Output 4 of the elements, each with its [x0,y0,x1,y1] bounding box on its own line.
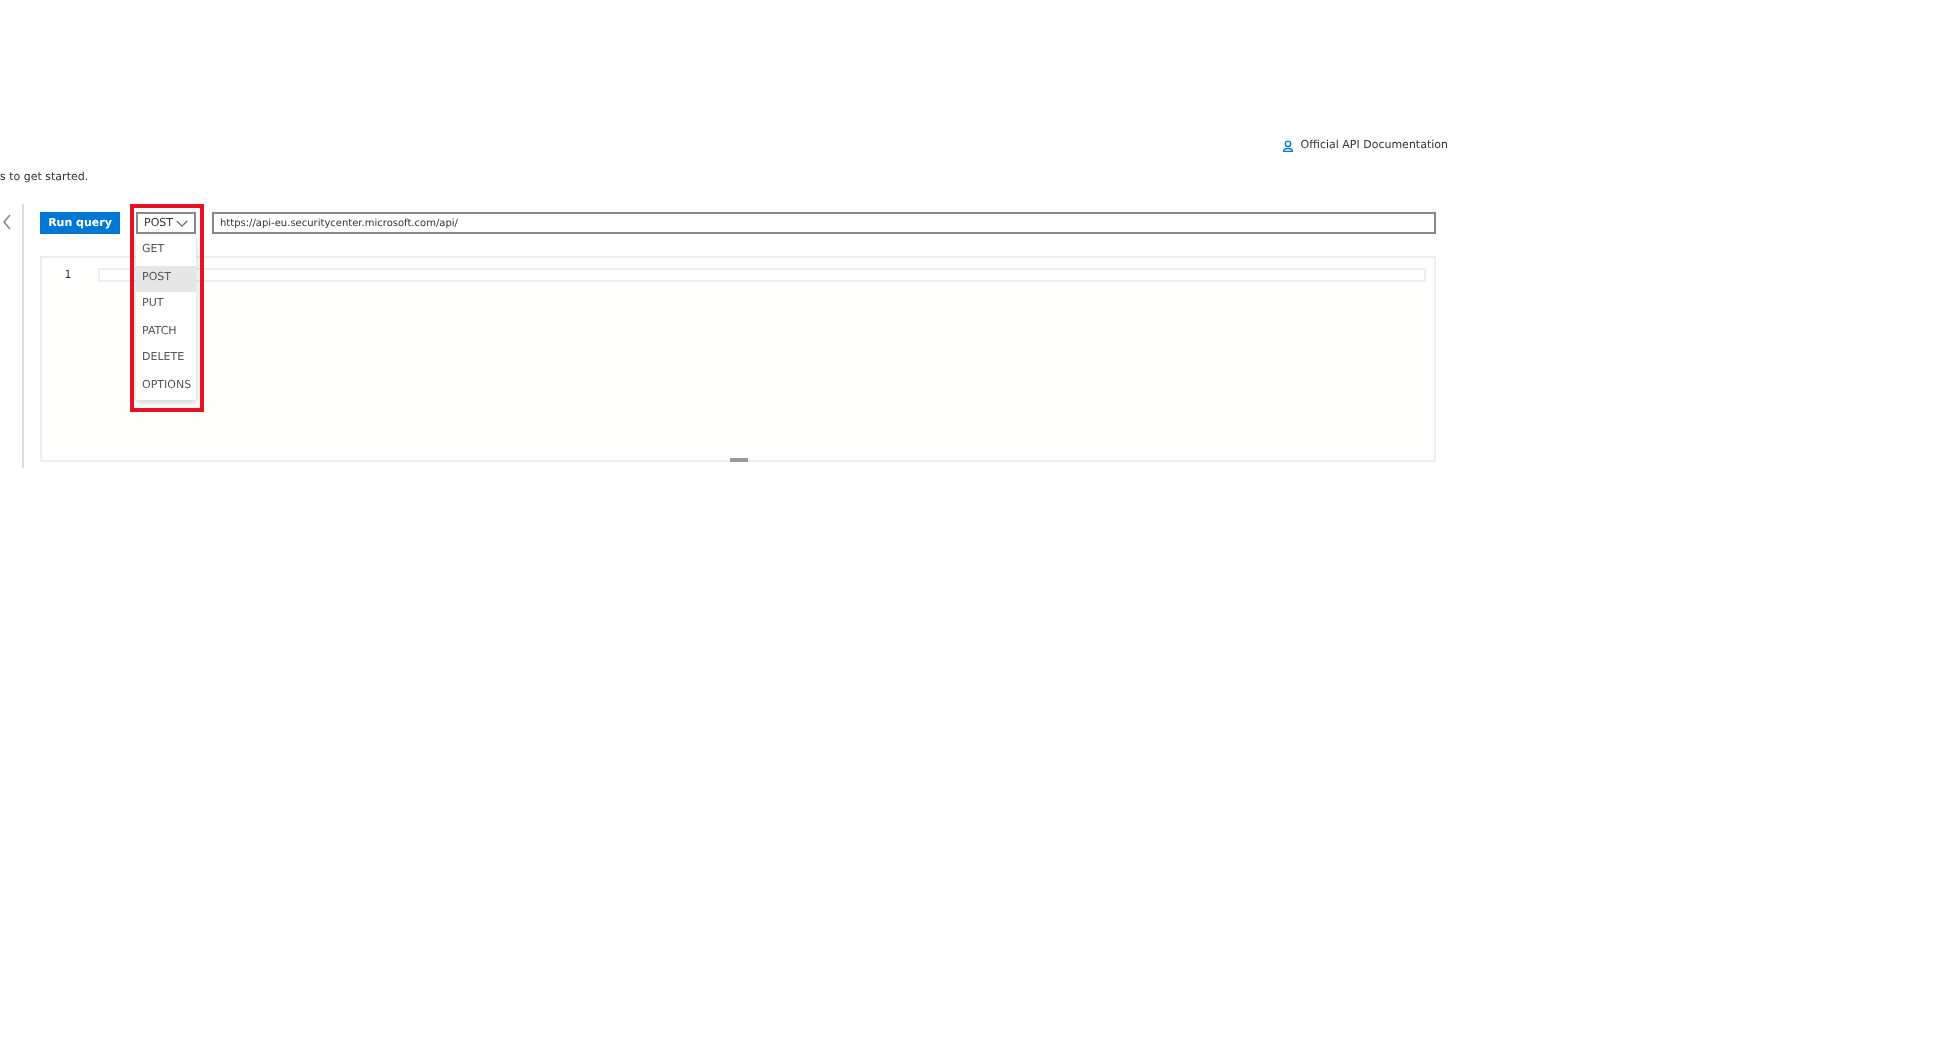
person-icon [1282,140,1295,152]
chevron-left-icon[interactable] [2,214,12,230]
resize-handle[interactable] [730,458,748,462]
chevron-down-icon [176,219,188,227]
